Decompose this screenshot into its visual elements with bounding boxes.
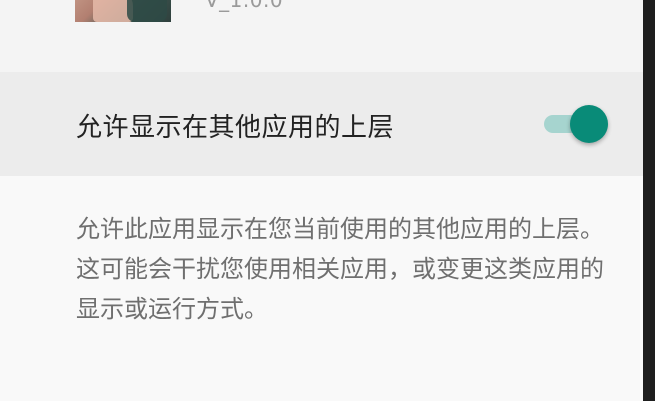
app-header: V_1.0.0	[0, 0, 643, 72]
overlay-permission-label: 允许显示在其他应用的上层	[76, 113, 395, 143]
switch-thumb	[570, 105, 608, 143]
permission-description-area: 允许此应用显示在您当前使用的其他应用的上层。这可能会干扰您使用相关应用，或变更这…	[0, 176, 643, 401]
permission-description: 允许此应用显示在您当前使用的其他应用的上层。这可能会干扰您使用相关应用，或变更这…	[76, 215, 604, 323]
overlay-permission-row[interactable]: 允许显示在其他应用的上层	[0, 72, 643, 176]
app-version: V_1.0.0	[205, 0, 284, 12]
app-icon	[75, 0, 171, 22]
overlay-permission-switch[interactable]	[542, 104, 612, 144]
screen-edge	[643, 0, 655, 401]
